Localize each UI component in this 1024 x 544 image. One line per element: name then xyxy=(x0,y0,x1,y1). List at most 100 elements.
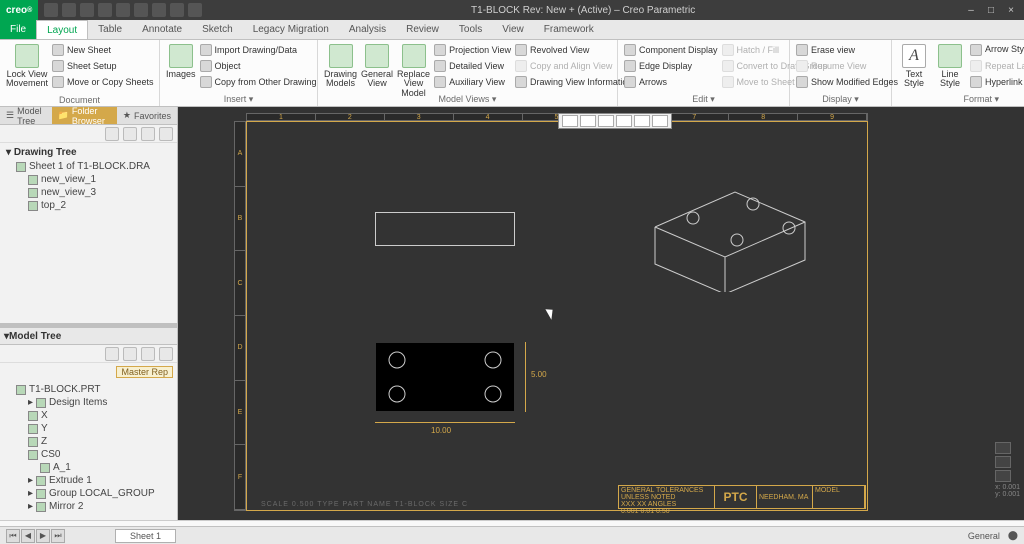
qat-open-icon[interactable] xyxy=(62,3,76,17)
qat-new-icon[interactable] xyxy=(44,3,58,17)
component-display-icon xyxy=(624,44,636,56)
tray-icon[interactable] xyxy=(995,442,1011,454)
datum-icon xyxy=(28,411,38,421)
view-front[interactable] xyxy=(375,212,515,246)
model-tree-item[interactable]: X xyxy=(2,409,175,422)
drawing-tree-toolbar xyxy=(0,125,177,143)
qat-undo-icon[interactable] xyxy=(98,3,112,17)
sheet-last-icon[interactable]: ⏭ xyxy=(51,529,65,543)
drawing-tree-item[interactable]: new_view_3 xyxy=(2,186,175,199)
model-tree-item[interactable]: A_1 xyxy=(2,461,175,474)
ruler-vertical: ABCDEF xyxy=(234,121,246,511)
projection-view-button[interactable]: Projection View xyxy=(434,42,511,57)
repaint-icon[interactable] xyxy=(616,115,632,127)
display-style-icon[interactable] xyxy=(634,115,650,127)
model-tree-item[interactable]: ▸ Mirror 2 xyxy=(2,500,175,513)
qat-save-icon[interactable] xyxy=(80,3,94,17)
tray-icon[interactable] xyxy=(995,470,1011,482)
arrow-style-button[interactable]: Arrow Style ▾ xyxy=(970,42,1024,57)
model-tree-item[interactable]: ▸ Extrude 1 xyxy=(2,474,175,487)
detailed-view-button[interactable]: Detailed View xyxy=(434,58,511,73)
object-button[interactable]: Object xyxy=(200,58,317,73)
model-tree-item[interactable]: ▸ Design Items xyxy=(2,396,175,409)
view-isometric[interactable] xyxy=(645,182,815,292)
sheet-setup-button[interactable]: Sheet Setup xyxy=(52,58,154,73)
status-general: General xyxy=(968,531,1000,541)
tree-tool-4-icon[interactable] xyxy=(159,127,173,141)
qat-redo-icon[interactable] xyxy=(116,3,130,17)
qat-windows-icon[interactable] xyxy=(152,3,166,17)
refit-icon[interactable] xyxy=(562,115,578,127)
component-display-button[interactable]: Component Display xyxy=(624,42,718,57)
erase-view-button[interactable]: Erase view xyxy=(796,42,898,57)
tab-sketch[interactable]: Sketch xyxy=(192,20,243,39)
qat-more-icon[interactable] xyxy=(188,3,202,17)
hyperlink-button[interactable]: Hyperlink xyxy=(970,74,1024,89)
tree-tool-1-icon[interactable] xyxy=(105,127,119,141)
drawing-tree-root[interactable]: Sheet 1 of T1-BLOCK.DRA xyxy=(2,160,175,173)
nav-tab-folder-browser[interactable]: 📁Folder Browser xyxy=(52,107,117,124)
qat-close-icon[interactable] xyxy=(170,3,184,17)
model-tree-root[interactable]: T1-BLOCK.PRT xyxy=(2,383,175,396)
sheet-tab[interactable]: Sheet 1 xyxy=(115,529,176,543)
model-tree-item[interactable]: Z xyxy=(2,435,175,448)
sheet-first-icon[interactable]: ⏮ xyxy=(6,529,20,543)
tab-view[interactable]: View xyxy=(492,20,534,39)
edge-display-button[interactable]: Edge Display xyxy=(624,58,718,73)
tab-legacy[interactable]: Legacy Migration xyxy=(243,20,339,39)
tab-file[interactable]: File xyxy=(0,20,36,39)
drawing-tree-item[interactable]: new_view_1 xyxy=(2,173,175,186)
model-tree-item[interactable]: ▸ Group LOCAL_GROUP xyxy=(2,487,175,500)
move-copy-sheets-button[interactable]: Move or Copy Sheets xyxy=(52,74,154,89)
mt-tool-2-icon[interactable] xyxy=(123,347,137,361)
drawing-canvas[interactable]: 123456789 ABCDEF xyxy=(178,107,1024,520)
model-tree-item[interactable]: Y xyxy=(2,422,175,435)
arrows-button[interactable]: Arrows xyxy=(624,74,718,89)
view-icon xyxy=(28,175,38,185)
zoom-out-icon[interactable] xyxy=(598,115,614,127)
model-tree-item[interactable]: CS0 xyxy=(2,448,175,461)
nav-tab-model-tree[interactable]: ☰Model Tree xyxy=(0,107,52,124)
dimension-width: 10.00 xyxy=(431,426,451,435)
tab-annotate[interactable]: Annotate xyxy=(132,20,192,39)
tab-table[interactable]: Table xyxy=(88,20,132,39)
tree-tool-2-icon[interactable] xyxy=(123,127,137,141)
mt-tool-4-icon[interactable] xyxy=(159,347,173,361)
master-rep-badge[interactable]: Master Rep xyxy=(116,366,173,378)
drawing-tree-item[interactable]: top_2 xyxy=(2,199,175,212)
import-drawing-data-button[interactable]: Import Drawing/Data xyxy=(200,42,317,57)
tab-tools[interactable]: Tools xyxy=(449,20,492,39)
mt-tool-3-icon[interactable] xyxy=(141,347,155,361)
move-copy-icon xyxy=(52,76,64,88)
datum-display-icon[interactable] xyxy=(652,115,668,127)
maximize-icon[interactable]: □ xyxy=(982,3,1000,17)
tab-layout[interactable]: Layout xyxy=(36,20,88,39)
sheet-prev-icon[interactable]: ◀ xyxy=(21,529,35,543)
view-top[interactable] xyxy=(375,342,515,412)
axis-icon xyxy=(40,463,50,473)
tree-icon: ☰ xyxy=(6,110,14,121)
tree-tool-3-icon[interactable] xyxy=(141,127,155,141)
drawing-sheet[interactable]: 5.00 10.00 SCALE 0.500 TYPE PART NAME T1… xyxy=(246,121,868,511)
copy-from-drawing-button[interactable]: Copy from Other Drawing xyxy=(200,74,317,89)
minimize-icon[interactable]: – xyxy=(962,3,980,17)
show-modified-edges-button[interactable]: Show Modified Edges xyxy=(796,74,898,89)
tab-framework[interactable]: Framework xyxy=(534,20,604,39)
general-view-icon xyxy=(365,44,389,68)
window-title: T1-BLOCK Rev: New + (Active) – Creo Para… xyxy=(208,5,958,16)
nav-tab-favorites[interactable]: ★Favorites xyxy=(117,107,177,124)
mt-tool-1-icon[interactable] xyxy=(105,347,119,361)
zoom-in-icon[interactable] xyxy=(580,115,596,127)
tab-analysis[interactable]: Analysis xyxy=(339,20,396,39)
revolved-view-button[interactable]: Revolved View xyxy=(515,42,632,57)
auxiliary-view-button[interactable]: Auxiliary View xyxy=(434,74,511,89)
sheet-next-icon[interactable]: ▶ xyxy=(36,529,50,543)
qat-regen-icon[interactable] xyxy=(134,3,148,17)
drawing-view-info-button[interactable]: Drawing View Information xyxy=(515,74,632,89)
ruler-horizontal: 123456789 xyxy=(246,113,868,121)
tab-review[interactable]: Review xyxy=(396,20,449,39)
tray-icon[interactable] xyxy=(995,456,1011,468)
coord-readout: x: 0.001 y: 0.001 xyxy=(995,484,1020,498)
close-window-icon[interactable]: × xyxy=(1002,3,1020,17)
new-sheet-button[interactable]: New Sheet xyxy=(52,42,154,57)
